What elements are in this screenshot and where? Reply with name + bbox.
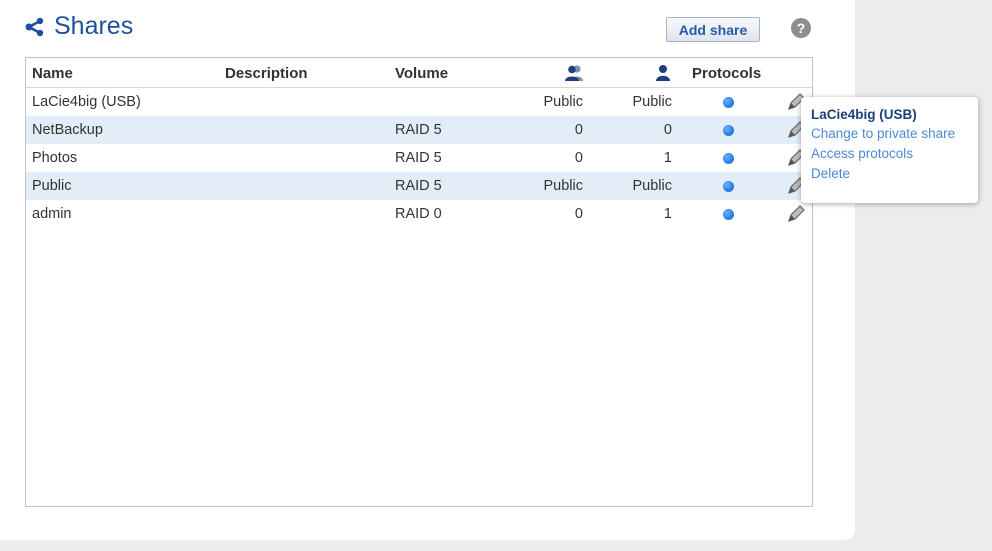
share-context-menu: LaCie4big (USB) Change to private share … (801, 97, 978, 203)
share-name: LaCie4big (USB) (32, 94, 141, 110)
shares-table: Name Description Volume Protocols LaCie4… (25, 57, 813, 507)
share-volume: RAID 5 (395, 178, 442, 194)
table-row[interactable]: admin RAID 0 0 1 (26, 200, 812, 228)
share-user-access: 1 (663, 206, 672, 222)
share-group-access: 0 (574, 122, 583, 138)
share-name: Public (32, 178, 72, 194)
pencil-icon[interactable] (785, 203, 807, 225)
protocol-status-icon (723, 97, 734, 108)
protocol-status-icon (723, 125, 734, 136)
protocol-status-icon (723, 153, 734, 164)
add-share-button[interactable]: Add share (666, 17, 760, 42)
share-volume: RAID 5 (395, 150, 442, 166)
table-row[interactable]: NetBackup RAID 5 0 0 (26, 116, 812, 144)
share-user-access: 1 (663, 150, 672, 166)
share-user-access: 0 (663, 122, 672, 138)
table-row[interactable]: Public RAID 5 Public Public (26, 172, 812, 200)
column-header-volume[interactable]: Volume (395, 65, 448, 82)
table-header: Name Description Volume Protocols (26, 58, 812, 88)
main-panel: Shares Add share ? Name Description Volu… (0, 0, 855, 540)
protocol-status-icon (723, 209, 734, 220)
share-volume: RAID 5 (395, 122, 442, 138)
table-row[interactable]: Photos RAID 5 0 1 (26, 144, 812, 172)
share-group-access: 0 (574, 206, 583, 222)
page-title-text: Shares (54, 12, 134, 40)
table-row[interactable]: LaCie4big (USB) Public Public (26, 88, 812, 116)
help-icon[interactable]: ? (791, 18, 811, 38)
column-header-description[interactable]: Description (225, 65, 308, 82)
delete-link[interactable]: Delete (811, 166, 978, 181)
share-user-access: Public (632, 178, 673, 194)
share-user-access: Public (632, 94, 673, 110)
context-menu-title: LaCie4big (USB) (811, 107, 917, 122)
access-protocols-link[interactable]: Access protocols (811, 146, 978, 161)
share-group-access: 0 (574, 150, 583, 166)
share-group-access: Public (543, 178, 584, 194)
page-title: Shares (24, 12, 133, 41)
share-volume: RAID 0 (395, 206, 442, 222)
share-name: Photos (32, 150, 78, 166)
user-icon (655, 64, 671, 86)
share-group-access: Public (543, 94, 584, 110)
change-to-private-share-link[interactable]: Change to private share (811, 126, 978, 141)
group-icon (564, 64, 584, 86)
share-name: NetBackup (32, 122, 103, 138)
column-header-name[interactable]: Name (32, 65, 73, 82)
column-header-protocols[interactable]: Protocols (692, 65, 761, 82)
share-icon (24, 16, 46, 38)
share-name: admin (32, 206, 72, 222)
protocol-status-icon (723, 181, 734, 192)
